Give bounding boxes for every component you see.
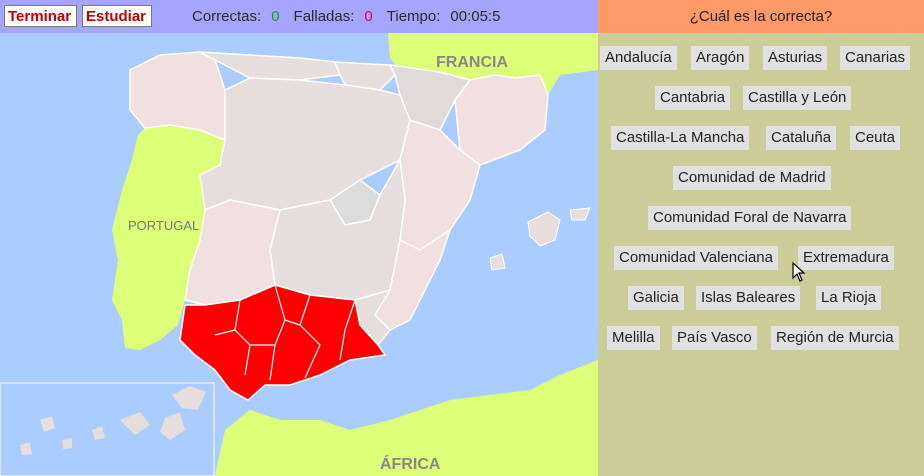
france-label: FRANCIA <box>436 54 508 71</box>
option-region-de-murcia[interactable]: Región de Murcia <box>771 326 899 350</box>
question-header: ¿Cuál es la correcta? <box>598 0 924 33</box>
time-value: 00:05:5 <box>450 8 501 25</box>
option-islas-baleares[interactable]: Islas Baleares <box>696 286 801 310</box>
mouse-cursor-icon <box>792 262 806 282</box>
option-comunidad-foral-de-navarra[interactable]: Comunidad Foral de Navarra <box>648 206 852 230</box>
top-bar: Terminar Estudiar Correctas: 0 Falladas: 0 T… <box>0 0 598 33</box>
option-andalucia[interactable]: Andalucía <box>600 46 677 70</box>
option-extremadura[interactable]: Extremadura <box>798 246 894 270</box>
option-cantabria[interactable]: Cantabria <box>655 86 731 110</box>
failed-label: Falladas: <box>293 8 355 25</box>
africa-label: ÁFRICA <box>380 454 441 473</box>
option-cataluna[interactable]: Cataluña <box>766 126 837 150</box>
option-canarias[interactable]: Canarias <box>840 46 911 70</box>
answer-panel: ¿Cuál es la correcta? Andalucía Aragón A… <box>598 0 924 476</box>
option-castilla-y-leon[interactable]: Castilla y León <box>743 86 852 110</box>
option-castilla-la-mancha[interactable]: Castilla-La Mancha <box>611 126 750 150</box>
portugal-label: PORTUGAL <box>128 218 199 233</box>
option-la-rioja[interactable]: La Rioja <box>816 286 882 310</box>
option-comunidad-de-madrid[interactable]: Comunidad de Madrid <box>673 166 831 190</box>
option-galicia[interactable]: Galicia <box>628 286 684 310</box>
correct-count: 0 <box>271 8 280 25</box>
region-shape <box>129 51 226 142</box>
terminar-button[interactable]: Terminar <box>4 5 77 27</box>
option-comunidad-valenciana[interactable]: Comunidad Valenciana <box>614 246 778 270</box>
option-asturias[interactable]: Asturias <box>763 46 828 70</box>
spain-map: FRANCIA PORTUGAL ÁFRICA <box>0 33 598 476</box>
option-ceuta[interactable]: Ceuta <box>850 126 901 150</box>
time-label: Tiempo: <box>386 8 441 25</box>
failed-count: 0 <box>364 8 373 25</box>
score-stats: Correctas: 0 Falladas: 0 Tiempo: 00:05:5 <box>192 8 500 25</box>
option-pais-vasco[interactable]: País Vasco <box>672 326 757 350</box>
option-aragon[interactable]: Aragón <box>691 46 750 70</box>
estudiar-button[interactable]: Estudiar <box>82 5 152 27</box>
correct-label: Correctas: <box>192 8 262 25</box>
option-melilla[interactable]: Melilla <box>607 326 660 350</box>
